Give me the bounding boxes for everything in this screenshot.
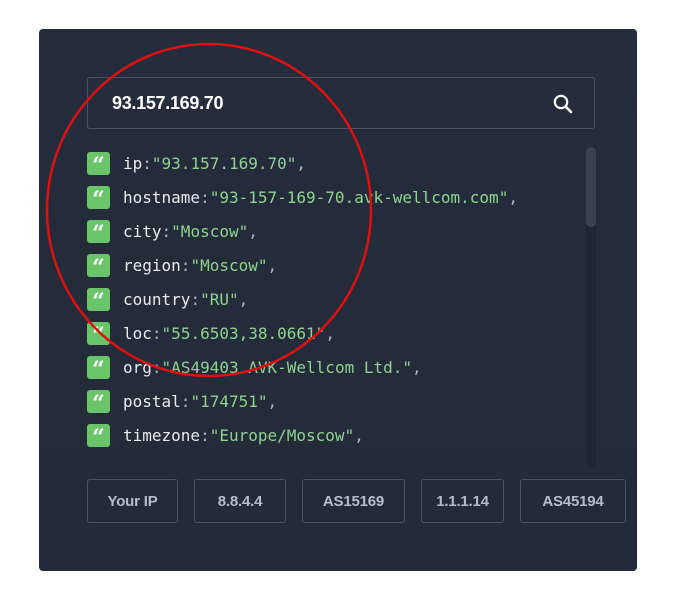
- json-colon: :: [180, 391, 191, 411]
- json-comma: ,: [267, 391, 278, 411]
- json-key: postal: [123, 391, 181, 411]
- json-key: ip: [123, 153, 143, 173]
- scrollbar-thumb[interactable]: [586, 147, 596, 227]
- json-comma: ,: [267, 255, 278, 275]
- json-row: “ city: "Moscow",: [87, 219, 258, 245]
- search-icon[interactable]: [552, 93, 574, 115]
- json-response-list: “ip: "93.157.169.70", “hostname: "93-157-16…: [87, 151, 577, 463]
- json-colon: :: [200, 187, 210, 207]
- json-row: “ ip: "93.157.169.70",: [87, 151, 307, 177]
- json-colon: :: [190, 289, 201, 309]
- json-row: “ org: "AS49403 AVK-Wellcom Ltd.",: [87, 355, 422, 381]
- quote-icon: “: [87, 151, 110, 177]
- json-key: city: [123, 221, 162, 241]
- search-box[interactable]: 93.157.169.70: [87, 77, 595, 129]
- json-value: "Moscow": [190, 255, 268, 275]
- json-row: “ postal: "174751",: [87, 389, 278, 415]
- json-colon: :: [200, 425, 210, 445]
- quote-icon: “: [87, 355, 110, 381]
- json-comma: ,: [325, 323, 335, 343]
- quote-icon: “: [87, 423, 110, 449]
- json-key: timezone: [123, 425, 201, 445]
- json-row: “ country: "RU",: [87, 287, 249, 313]
- quick-lookup-button[interactable]: AS15169: [302, 479, 405, 523]
- json-colon: :: [180, 255, 191, 275]
- json-row: “ hostname: "93-157-169-70.avk-wellcom.com…: [87, 185, 518, 211]
- quote-icon: “: [87, 185, 110, 211]
- json-comma: ,: [238, 289, 249, 309]
- json-key: region: [123, 255, 181, 275]
- json-key: org: [123, 357, 152, 377]
- search-input[interactable]: 93.157.169.70: [112, 78, 224, 128]
- json-key: country: [123, 289, 191, 309]
- json-comma: ,: [354, 425, 364, 445]
- json-colon: :: [142, 153, 152, 173]
- json-colon: :: [151, 357, 162, 377]
- json-row: “ loc: "55.6503,38.0661",: [87, 321, 335, 347]
- json-key: loc: [123, 323, 152, 343]
- quick-lookup-button[interactable]: Your IP: [87, 479, 178, 523]
- quote-icon: “: [87, 287, 110, 313]
- scrollbar-track[interactable]: [586, 147, 596, 467]
- json-comma: ,: [296, 153, 307, 173]
- json-value: "Moscow": [171, 221, 249, 241]
- json-row: “ region: "Moscow",: [87, 253, 278, 279]
- json-value: "93.157.169.70": [151, 153, 297, 173]
- json-value: "55.6503,38.0661": [161, 323, 326, 343]
- json-value: "AS49403 AVK-Wellcom Ltd.": [161, 357, 412, 377]
- quick-lookup-button[interactable]: 8.8.4.4: [194, 479, 286, 523]
- quote-icon: “: [87, 253, 110, 279]
- json-comma: ,: [412, 357, 422, 377]
- json-colon: :: [151, 323, 162, 343]
- quick-lookup-button[interactable]: 1.1.1.14: [421, 479, 504, 523]
- quote-icon: “: [87, 389, 110, 415]
- json-comma: ,: [508, 187, 518, 207]
- json-value: "Europe/Moscow": [209, 425, 355, 445]
- ip-lookup-card: 93.157.169.70 “ip: "93.157.169.70", “hostn…: [39, 29, 637, 571]
- json-row: “ timezone: "Europe/Moscow",: [87, 423, 364, 449]
- page: 93.157.169.70 “ip: "93.157.169.70", “hostn…: [0, 0, 674, 603]
- quote-icon: “: [87, 219, 110, 245]
- quote-icon: “: [87, 321, 110, 347]
- json-key: hostname: [123, 187, 201, 207]
- json-value: "174751": [190, 391, 268, 411]
- json-colon: :: [161, 221, 172, 241]
- json-value: "93-157-169-70.avk-wellcom.com": [209, 187, 509, 207]
- json-comma: ,: [248, 221, 258, 241]
- quick-lookup-button[interactable]: AS45194: [520, 479, 626, 523]
- json-value: "RU": [200, 289, 239, 309]
